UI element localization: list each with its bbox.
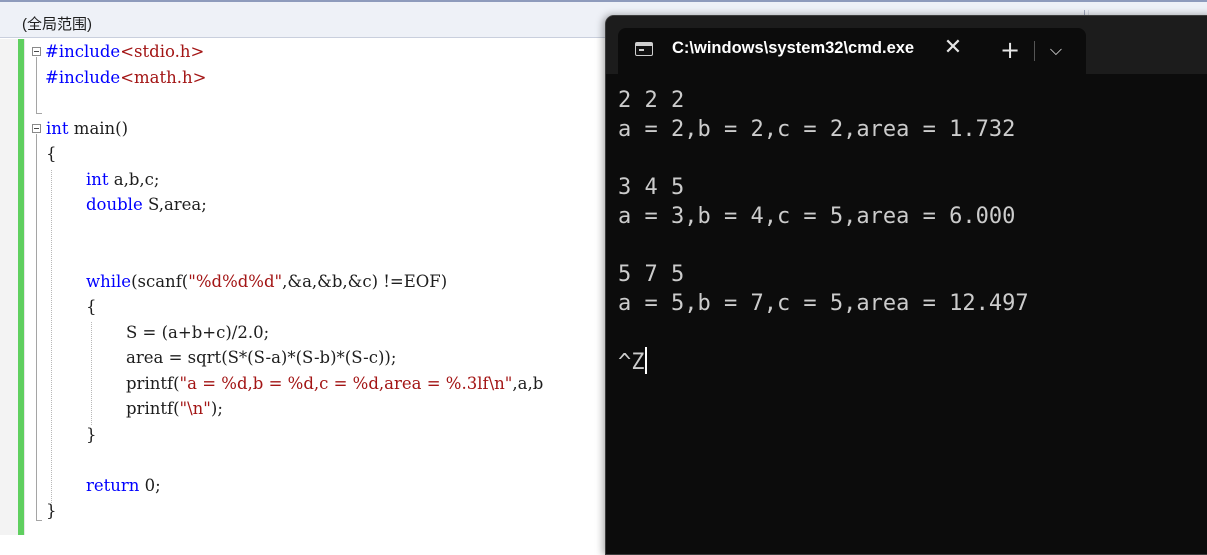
- code-token: <stdio.h>: [120, 42, 205, 61]
- code-token: printf(: [126, 374, 180, 393]
- code-token: ,&a,&b,&c) !=EOF): [282, 272, 448, 291]
- code-line-inner-close[interactable]: }: [86, 424, 97, 446]
- terminal-output[interactable]: 2 2 2 a = 2,b = 2,c = 2,area = 1.732 3 4…: [606, 74, 1207, 554]
- code-line-compute-s[interactable]: S = (a+b+c)/2.0;: [126, 322, 269, 344]
- tab-title: C:\windows\system32\cmd.exe: [672, 39, 915, 57]
- editor-margin: [24, 39, 25, 535]
- code-token: #include: [45, 42, 121, 61]
- outline-end: [36, 520, 42, 521]
- collapse-icon[interactable]: [32, 47, 41, 56]
- code-token: printf(: [126, 399, 180, 418]
- code-token: ,a,b: [512, 374, 544, 393]
- code-line-while[interactable]: while(scanf("%d%d%d",&a,&b,&c) !=EOF): [86, 271, 447, 293]
- code-token: }: [46, 501, 57, 520]
- code-token: {: [46, 144, 57, 163]
- code-line-return[interactable]: return 0;: [86, 475, 161, 497]
- outline-end: [36, 113, 42, 114]
- terminal-window[interactable]: C:\windows\system32\cmd.exe ✕ + ⌵ 2 2 2 …: [605, 15, 1207, 555]
- code-token: return: [86, 476, 140, 495]
- output-line: a = 2,b = 2,c = 2,area = 1.732: [618, 117, 1016, 142]
- code-token: "%d%d%d": [188, 272, 283, 291]
- code-line-printf-newline[interactable]: printf("\n");: [126, 398, 223, 420]
- code-token: S = (a+b+c)/2.0;: [126, 323, 270, 342]
- code-token: (scanf(: [131, 272, 189, 291]
- code-token: "a = %d,b = %d,c = %d,area = %.3lf\n": [179, 374, 513, 393]
- output-line-prompt: ^Z: [618, 347, 647, 376]
- code-token: double: [86, 195, 143, 214]
- code-token: 0;: [139, 476, 161, 495]
- output-line: 5 7 5: [618, 262, 685, 287]
- terminal-icon: [635, 42, 653, 56]
- terminal-titlebar[interactable]: C:\windows\system32\cmd.exe ✕ + ⌵: [606, 16, 1207, 74]
- text-cursor: [644, 347, 647, 374]
- code-line-brace-close[interactable]: }: [46, 500, 57, 522]
- code-token: while: [86, 272, 132, 291]
- output-line: 2 2 2: [618, 88, 685, 113]
- indent-guide: [91, 322, 92, 425]
- code-token: <math.h>: [120, 68, 207, 87]
- code-line-main[interactable]: int main(): [46, 118, 128, 140]
- outline-line: [36, 57, 37, 114]
- code-token: #include: [45, 68, 121, 87]
- output-line: a = 3,b = 4,c = 5,area = 6.000: [618, 204, 1016, 229]
- code-token: int: [86, 170, 109, 189]
- code-token: );: [210, 399, 223, 418]
- code-line-decl-double[interactable]: double S,area;: [86, 194, 207, 216]
- code-token: {: [86, 297, 97, 316]
- code-line-compute-area[interactable]: area = sqrt(S*(S-a)*(S-b)*(S-c));: [126, 347, 396, 369]
- code-line-inner-open[interactable]: {: [86, 296, 97, 318]
- code-token: int: [46, 119, 69, 138]
- editor-gutter: [0, 39, 18, 535]
- code-token: S,area;: [142, 195, 207, 214]
- code-token: "\n": [179, 399, 211, 418]
- output-line: 3 4 5: [618, 175, 685, 200]
- code-token: }: [86, 425, 97, 444]
- chevron-down-icon[interactable]: ⌵: [1044, 37, 1068, 63]
- collapse-icon[interactable]: [32, 124, 41, 133]
- code-token: area = sqrt(S*(S-a)*(S-b)*(S-c));: [126, 348, 397, 367]
- close-icon[interactable]: ✕: [940, 35, 966, 61]
- code-line-printf-result[interactable]: printf("a = %d,b = %d,c = %d,area = %.3l…: [126, 373, 543, 395]
- scope-dropdown[interactable]: (全局范围): [22, 13, 92, 34]
- outline-line: [36, 134, 37, 521]
- code-token: main(): [68, 119, 129, 138]
- code-line-decl-int[interactable]: int a,b,c;: [86, 169, 159, 191]
- code-line-brace-open[interactable]: {: [46, 143, 57, 165]
- titlebar-divider: [1034, 41, 1035, 61]
- output-line: a = 5,b = 7,c = 5,area = 12.497: [618, 291, 1029, 316]
- code-line-include-stdio[interactable]: #include<stdio.h>: [45, 41, 204, 63]
- eof-input: ^Z: [618, 350, 645, 375]
- code-line-include-math[interactable]: #include<math.h>: [45, 67, 206, 89]
- indent-guide: [51, 170, 52, 503]
- new-tab-button[interactable]: +: [996, 36, 1024, 64]
- code-token: a,b,c;: [108, 170, 160, 189]
